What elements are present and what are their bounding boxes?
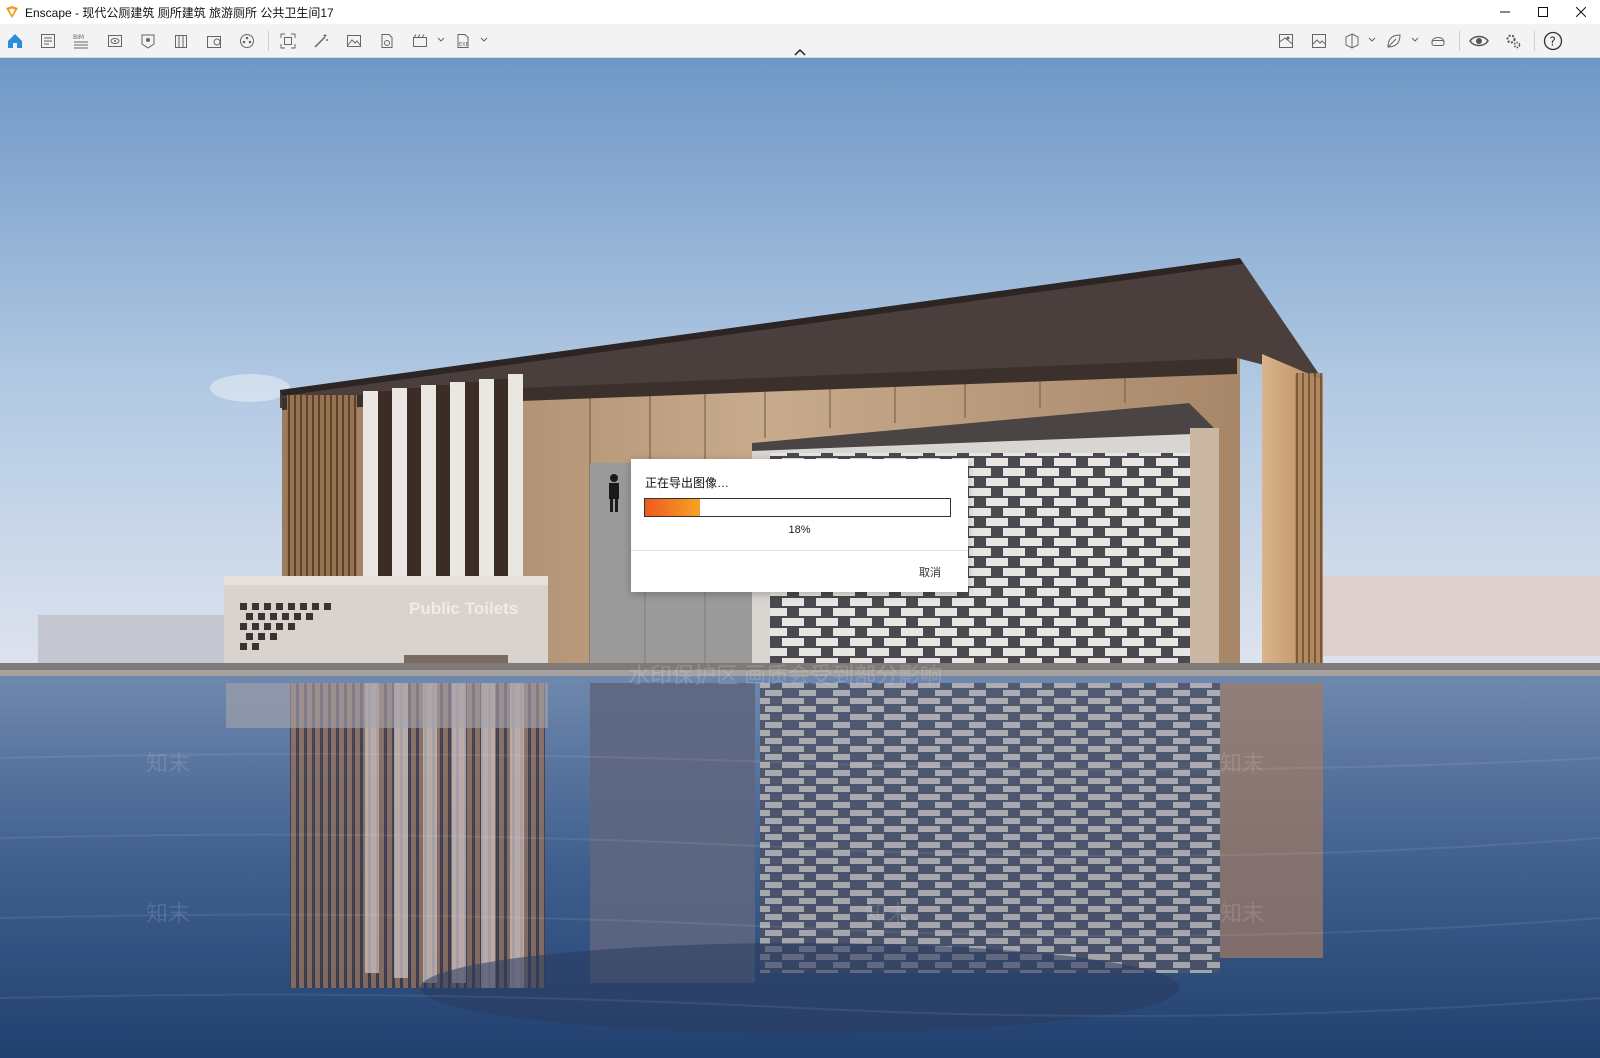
svg-text:BIM: BIM (73, 34, 84, 41)
minimize-button[interactable] (1486, 0, 1524, 24)
leaf-icon[interactable] (1383, 30, 1405, 52)
minimize-icon (1500, 11, 1510, 13)
svg-text:?: ? (1550, 35, 1556, 49)
progress-fill (645, 499, 700, 516)
chevron-down-icon[interactable] (1411, 36, 1419, 44)
views-icon[interactable] (104, 30, 126, 52)
building-icon[interactable] (170, 30, 192, 52)
toolbar-separator (1534, 31, 1535, 51)
close-button[interactable] (1562, 0, 1600, 24)
chevron-down-icon[interactable] (437, 36, 445, 44)
project-icon[interactable] (37, 30, 59, 52)
dialog-title: 正在导出图像… (645, 476, 730, 490)
svg-text:EXE: EXE (459, 42, 469, 48)
batch-icon[interactable] (376, 30, 398, 52)
asset-icon[interactable] (137, 30, 159, 52)
title-bar: Enscape - 现代公厕建筑 厕所建筑 旅游厕所 公共卫生间17 (0, 0, 1600, 24)
toolbar-separator (1459, 31, 1460, 51)
window-title: Enscape - 现代公厕建筑 厕所建筑 旅游厕所 公共卫生间17 (25, 5, 334, 20)
window-controls (1486, 0, 1600, 24)
export-progress-dialog: 正在导出图像… 18% 取消 (631, 459, 968, 592)
image-icon[interactable] (343, 30, 365, 52)
close-icon (1576, 7, 1586, 17)
chevron-down-icon[interactable] (480, 36, 488, 44)
chevron-down-icon[interactable] (1368, 36, 1376, 44)
toolbar-separator (268, 31, 269, 51)
site-context-icon[interactable] (1275, 30, 1297, 52)
settings-icon[interactable] (1502, 30, 1524, 52)
enscape-logo-icon (6, 6, 18, 18)
video-icon[interactable] (409, 30, 431, 52)
vr-icon[interactable] (1427, 30, 1449, 52)
home-icon[interactable] (4, 30, 26, 52)
export-icon[interactable]: EXE (452, 30, 474, 52)
capture-icon[interactable] (277, 30, 299, 52)
material-icon[interactable] (236, 30, 258, 52)
sign-text: Public Toilets (409, 599, 519, 618)
eye-icon[interactable] (1468, 30, 1490, 52)
upload-icon[interactable] (203, 30, 225, 52)
help-icon[interactable]: ? (1542, 30, 1564, 52)
gallery-icon[interactable] (1308, 30, 1330, 52)
collapse-toolbar-icon[interactable] (792, 47, 808, 57)
dialog-divider (631, 550, 968, 551)
maximize-icon (1538, 7, 1548, 17)
cube-icon[interactable] (1341, 30, 1363, 52)
cancel-button[interactable]: 取消 (919, 564, 941, 580)
magic-icon[interactable] (310, 30, 332, 52)
progress-bar (644, 498, 951, 517)
maximize-button[interactable] (1524, 0, 1562, 24)
progress-percent-label: 18% (788, 524, 811, 536)
bim-icon[interactable]: BIM (70, 30, 92, 52)
